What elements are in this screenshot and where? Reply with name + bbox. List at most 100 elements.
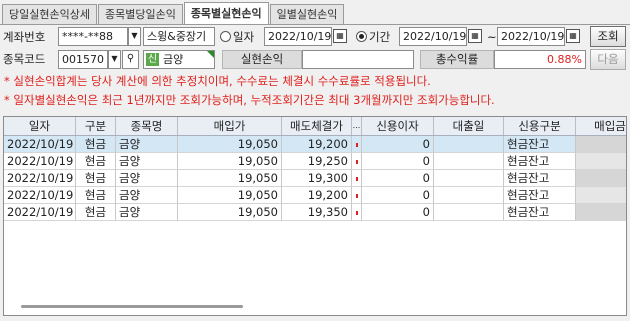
cell-type: 현금 [76, 136, 116, 153]
range-to-field[interactable]: 2022/10/19 [497, 27, 565, 46]
notice-period-limit: * 일자별실현손익은 최근 1년까지만 조회가능하며, 누적조회기간은 최대 3… [4, 93, 495, 107]
cell-stock-name: 금양 [116, 153, 178, 170]
stock-dropdown-button[interactable]: ▼ [108, 50, 121, 69]
cell-buy-amount [576, 204, 626, 221]
cell-type: 현금 [76, 187, 116, 204]
magnifier-icon: ⚲ [126, 53, 135, 64]
red-marker-icon [356, 177, 358, 181]
realized-pnl-table[interactable]: 일자 구분 종목명 매입가 매도체결가 ... 신용이자 대출일 신용구분 매입… [3, 116, 627, 316]
horizontal-scrollbar[interactable] [21, 305, 243, 308]
range-radio[interactable]: 기간 [356, 28, 390, 46]
cell-stock-name: 금양 [116, 187, 178, 204]
table-header: 일자 구분 종목명 매입가 매도체결가 ... 신용이자 대출일 신용구분 매입… [4, 117, 626, 136]
red-marker-icon [356, 211, 358, 215]
account-dropdown-button[interactable]: ▼ [128, 27, 141, 46]
tab-daily-realized-pnl[interactable]: 일별실현손익 [269, 4, 345, 25]
cell-loan-date [434, 136, 504, 153]
search-button[interactable]: 조회 [590, 26, 626, 47]
cell-date: 2022/10/19 [4, 170, 76, 187]
account-label: 계좌번호 [3, 30, 46, 44]
total-return-value: 0.88% [494, 50, 586, 69]
stock-code-label: 종목코드 [3, 52, 46, 66]
range-radio-label: 기간 [369, 30, 391, 44]
cell-sell-price: 19,250 [282, 153, 352, 170]
col-loan-date[interactable]: 대출일 [434, 117, 504, 135]
cell-sell-price: 19,350 [282, 204, 352, 221]
col-hidden[interactable]: ... [352, 117, 362, 135]
notice-estimate: * 실현손익합계는 당사 계산에 의한 추정치이며, 수수료는 체결시 수수료률… [4, 74, 431, 88]
chevron-down-icon: ▼ [111, 54, 118, 63]
date-radio[interactable]: 일자 [220, 28, 254, 46]
stock-code-field[interactable]: 001570 [58, 50, 108, 69]
calendar-from-icon[interactable]: ▦ [468, 29, 482, 43]
table-row[interactable]: 2022/10/19 현금 금양 19,050 19,250 0 현금잔고 [4, 153, 626, 170]
total-return-label: 총수익률 [420, 50, 494, 69]
stock-name-field[interactable]: 신 금양 [143, 50, 215, 69]
cell-date: 2022/10/19 [4, 187, 76, 204]
radio-selected-icon [356, 31, 367, 42]
cell-credit-type: 현금잔고 [504, 204, 576, 221]
cell-date: 2022/10/19 [4, 204, 76, 221]
table-row[interactable]: 2022/10/19 현금 금양 19,050 19,200 0 현금잔고 [4, 187, 626, 204]
col-credit-type[interactable]: 신용구분 [504, 117, 576, 135]
table-row[interactable]: 2022/10/19 현금 금양 19,050 19,350 0 현금잔고 [4, 204, 626, 221]
cell-loan-date [434, 170, 504, 187]
next-button[interactable]: 다음 [590, 49, 626, 70]
red-marker-icon [356, 143, 358, 147]
red-marker-icon [356, 194, 358, 198]
realized-pnl-value [302, 50, 414, 69]
cell-buy-price: 19,050 [178, 136, 282, 153]
table-row[interactable]: 2022/10/19 현금 금양 19,050 19,300 0 현금잔고 [4, 170, 626, 187]
account-type-field[interactable]: 스윙&중장기 [143, 27, 215, 46]
col-buy-price[interactable]: 매입가 [178, 117, 282, 135]
cell-credit-type: 현금잔고 [504, 153, 576, 170]
tab-stock-realized-pnl[interactable]: 종목별실현손익 [183, 2, 269, 25]
cell-credit-interest: 0 [362, 204, 434, 221]
cell-type: 현금 [76, 153, 116, 170]
cell-buy-price: 19,050 [178, 170, 282, 187]
col-type[interactable]: 구분 [76, 117, 116, 135]
credit-badge: 신 [146, 53, 159, 66]
cell-buy-price: 19,050 [178, 187, 282, 204]
cell-credit-interest: 0 [362, 136, 434, 153]
cell-credit-interest: 0 [362, 187, 434, 204]
cell-credit-interest: 0 [362, 170, 434, 187]
cell-date: 2022/10/19 [4, 136, 76, 153]
calendar-icon[interactable]: ▦ [333, 29, 347, 43]
stock-name: 금양 [163, 53, 184, 66]
col-buy-amount[interactable]: 매입금 [576, 117, 626, 135]
date-radio-label: 일자 [233, 30, 255, 44]
cell-buy-price: 19,050 [178, 204, 282, 221]
col-date[interactable]: 일자 [4, 117, 76, 135]
date-field[interactable]: 2022/10/19 [264, 27, 332, 46]
cell-loan-date [434, 153, 504, 170]
cell-type: 현금 [76, 204, 116, 221]
cell-credit-type: 현금잔고 [504, 187, 576, 204]
account-number-field[interactable]: ****-**88 [58, 27, 128, 46]
cell-buy-amount [576, 136, 626, 153]
radio-icon [220, 31, 231, 42]
cell-stock-name: 금양 [116, 170, 178, 187]
cell-date: 2022/10/19 [4, 153, 76, 170]
cell-sell-price: 19,300 [282, 170, 352, 187]
col-stock-name[interactable]: 종목명 [116, 117, 178, 135]
range-from-field[interactable]: 2022/10/19 [399, 27, 467, 46]
cell-buy-amount [576, 170, 626, 187]
calendar-to-icon[interactable]: ▦ [566, 29, 580, 43]
tab-bar: 당일실현손익상세 종목별당일손익 종목별실현손익 일별실현손익 [2, 2, 345, 25]
cell-loan-date [434, 204, 504, 221]
col-sell-price[interactable]: 매도체결가 [282, 117, 352, 135]
range-tilde: ~ [487, 30, 497, 44]
cell-sell-price: 19,200 [282, 136, 352, 153]
tab-divider [0, 24, 630, 25]
tab-daily-realized-detail[interactable]: 당일실현손익상세 [2, 4, 97, 25]
col-credit-interest[interactable]: 신용이자 [362, 117, 434, 135]
cell-buy-amount [576, 153, 626, 170]
tab-stock-daily-pnl[interactable]: 종목별당일손익 [97, 4, 183, 25]
cell-type: 현금 [76, 170, 116, 187]
corner-mark-icon [207, 51, 214, 58]
table-row[interactable]: 2022/10/19 현금 금양 19,050 19,200 0 현금잔고 [4, 136, 626, 153]
cell-credit-type: 현금잔고 [504, 136, 576, 153]
cell-buy-amount [576, 187, 626, 204]
stock-search-button[interactable]: ⚲ [122, 50, 139, 69]
